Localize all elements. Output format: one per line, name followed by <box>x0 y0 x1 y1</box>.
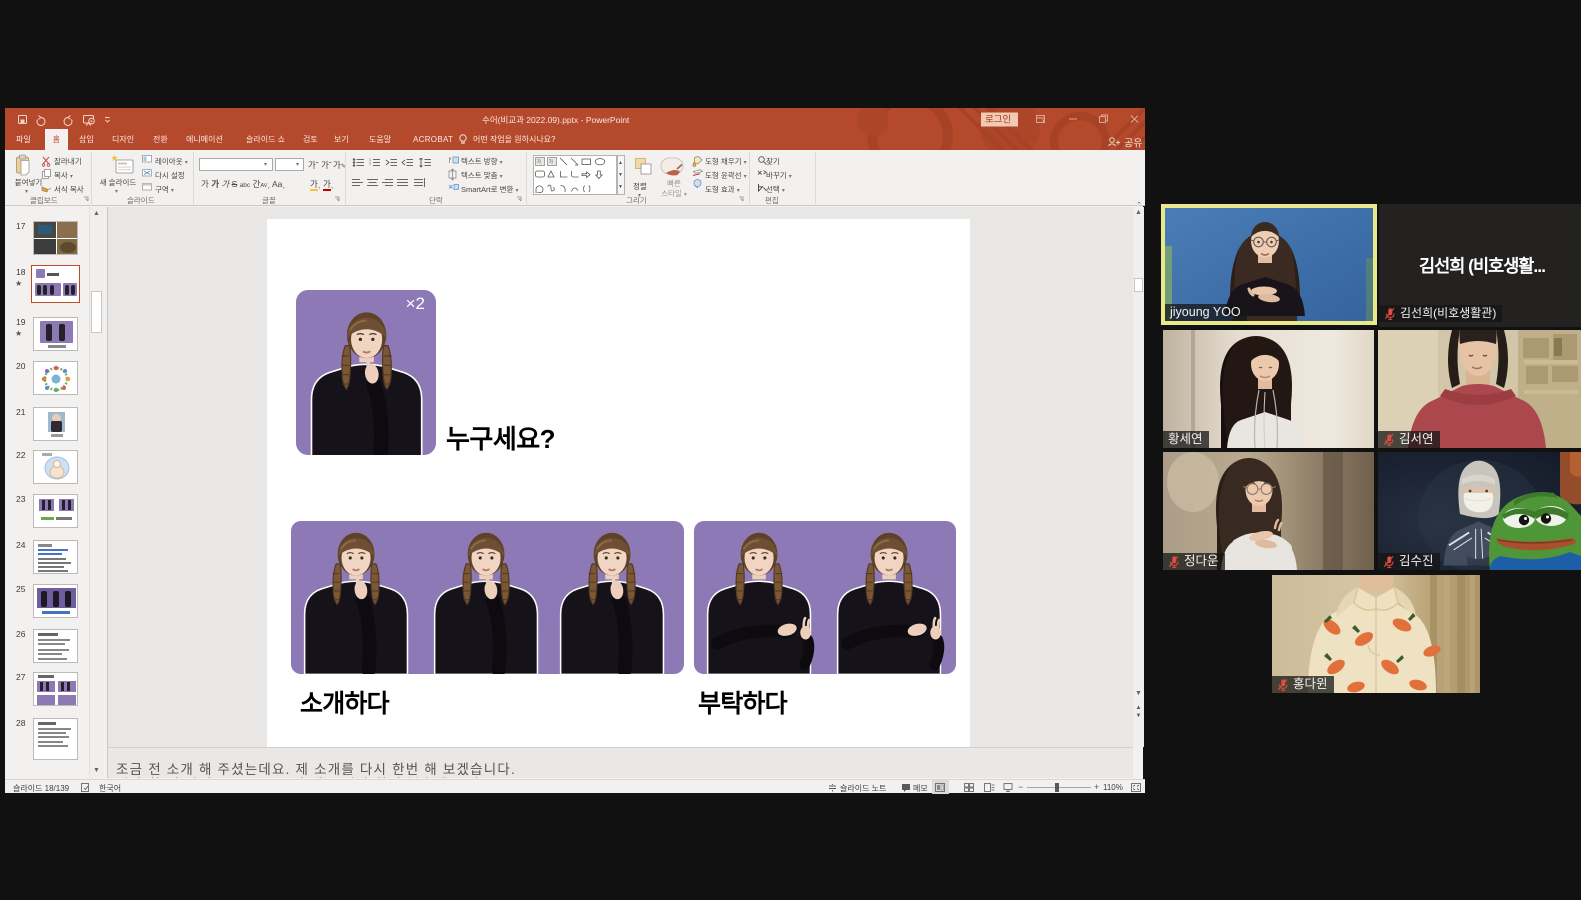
svg-text:로그인: 로그인 <box>985 115 1011 126</box>
svg-text:가: 가 <box>537 159 542 166</box>
svg-text:가: 가 <box>549 159 554 166</box>
svg-text:수어(비교과 2022.09).pptx - Power: 수어(비교과 2022.09).pptx - PowerPoint <box>482 115 630 125</box>
svg-text:2: 2 <box>369 162 371 166</box>
